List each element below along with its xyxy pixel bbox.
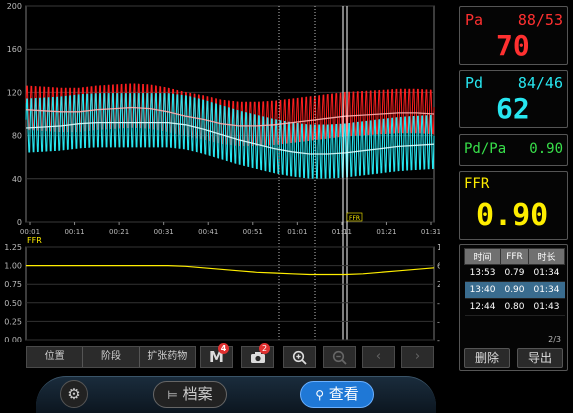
- chevron-left-icon: ‹: [375, 349, 382, 364]
- x-tick-label: 00:21: [109, 228, 129, 236]
- ffr-y2-tick-label: 6: [437, 262, 440, 271]
- y-tick-label: 40: [12, 175, 22, 184]
- ffr-y-tick-label: 0.75: [4, 280, 22, 289]
- x-tick-label: 00:11: [64, 228, 84, 236]
- scroll-left-button[interactable]: ‹: [362, 346, 395, 368]
- stage-button[interactable]: 阶段: [83, 347, 140, 367]
- cell-ffr: 0.80: [500, 298, 529, 316]
- pa-mean-value: 70: [496, 29, 530, 62]
- ffr-y2-tick-label: -6: [437, 317, 440, 326]
- header-duration: 时长: [527, 248, 566, 265]
- bottom-navigation-bar: [36, 376, 436, 413]
- pa-label: Pa: [465, 11, 484, 29]
- ffr-subchart-label: FFR: [27, 236, 42, 245]
- x-tick-label: 01:11: [332, 228, 352, 236]
- settings-button[interactable]: ⚙: [60, 380, 88, 408]
- pd-label: Pd: [465, 74, 484, 92]
- records-panel: 时间 FFR 时长 13:53 0.79 01:34 13:40 0.90 01…: [459, 244, 568, 371]
- ffr-trace: [26, 265, 435, 276]
- ffr-label: FFR: [464, 176, 490, 192]
- y-tick-label: 160: [7, 45, 22, 54]
- chevron-right-icon: ›: [414, 349, 421, 364]
- ffr-plot-frame: [25, 246, 435, 341]
- ffr-readout: FFR 0.90: [459, 171, 568, 240]
- ffr-y2-tick-label: -10: [437, 336, 440, 342]
- pa-systolic-diastolic: 88/53: [517, 11, 563, 29]
- position-button[interactable]: 位置: [27, 347, 84, 367]
- magnifier-icon: ⚲: [315, 388, 324, 402]
- header-time: 时间: [463, 248, 502, 265]
- archive-label: 档案: [182, 385, 213, 403]
- ffr-y-tick-label: 1.25: [4, 243, 22, 252]
- cell-ffr: 0.79: [500, 264, 529, 282]
- pd-pa-label: Pd/Pa: [464, 141, 507, 157]
- pd-readout: Pd 84/46 62: [459, 70, 568, 128]
- ffr-y2-tick-label: 10: [437, 243, 440, 252]
- pd-pa-value: 0.90: [529, 141, 563, 157]
- cell-ffr: 0.90: [500, 281, 529, 299]
- ffr-y-tick-label: 0.50: [4, 299, 22, 308]
- scroll-right-button[interactable]: ›: [401, 346, 434, 368]
- cell-duration: 01:43: [528, 298, 565, 316]
- y-tick-label: 120: [7, 88, 22, 97]
- ffr-y2-tick-label: -2: [437, 299, 440, 308]
- ffr-y-tick-label: 0.00: [4, 336, 22, 342]
- table-row[interactable]: 13:53 0.79 01:34: [464, 264, 565, 282]
- ffr-value: 0.90: [476, 198, 549, 233]
- y-tick-label: 80: [12, 132, 22, 141]
- y-tick-label: 0: [17, 218, 22, 227]
- page-indicator: 2/3: [548, 335, 561, 344]
- mark-button[interactable]: M 4: [200, 343, 233, 368]
- event-segment-bar: 位置 阶段 扩张药物: [26, 346, 196, 368]
- cell-time: 13:53: [464, 264, 501, 282]
- delete-button[interactable]: 删除: [464, 348, 510, 368]
- mark-count-badge: 4: [218, 343, 229, 354]
- pressure-chart-area: 0 40 80 120 160 200 00:01 00:11 00:21 00:31 00:41 0…: [0, 0, 440, 342]
- view-label: 查看: [328, 385, 359, 403]
- x-tick-label: 01:21: [376, 228, 396, 236]
- snapshot-count-badge: 2: [259, 343, 270, 354]
- cell-time: 13:40: [464, 281, 501, 299]
- zoom-in-button[interactable]: [283, 346, 316, 368]
- x-tick-label: 01:01: [287, 228, 307, 236]
- x-tick-label: 00:31: [154, 228, 174, 236]
- export-button[interactable]: 导出: [517, 348, 563, 368]
- view-button[interactable]: ⚲ 查看: [300, 381, 374, 408]
- archive-button[interactable]: ⊨ 档案: [153, 381, 227, 408]
- table-row[interactable]: 13:40 0.90 01:34: [464, 281, 565, 299]
- pd-mean-value: 62: [496, 92, 530, 125]
- ffr-marker-label: FFR: [349, 215, 360, 222]
- header-ffr: FFR: [500, 248, 529, 265]
- ffr-y2-tick-label: 2: [437, 280, 440, 289]
- x-tick-label: 00:41: [198, 228, 218, 236]
- dilator-drug-button[interactable]: 扩张药物: [140, 347, 195, 367]
- pd-pa-ratio-readout: Pd/Pa 0.90: [459, 134, 568, 166]
- ffr-y-tick-label: 0.25: [4, 317, 22, 326]
- pa-readout: Pa 88/53 70: [459, 6, 568, 65]
- ffr-y-tick-label: 1.00: [4, 262, 22, 271]
- table-row[interactable]: 12:44 0.80 01:43: [464, 298, 565, 316]
- y-tick-label: 200: [7, 2, 22, 11]
- zoom-out-icon: [332, 350, 347, 365]
- x-tick-label: 00:51: [243, 228, 263, 236]
- archive-icon: ⊨: [167, 388, 178, 402]
- records-table: 时间 FFR 时长 13:53 0.79 01:34 13:40 0.90 01…: [463, 248, 566, 316]
- cell-time: 12:44: [464, 298, 501, 316]
- cell-duration: 01:34: [528, 281, 565, 299]
- x-tick-label: 01:31: [421, 228, 440, 236]
- snapshot-button[interactable]: 2: [241, 343, 274, 368]
- zoom-out-button[interactable]: [323, 346, 356, 368]
- pressure-chart: 0 40 80 120 160 200 00:01 00:11 00:21 00:31 00:41 0…: [4, 2, 440, 342]
- cell-duration: 01:34: [528, 264, 565, 282]
- x-tick-label: 00:01: [20, 228, 40, 236]
- zoom-in-icon: [292, 350, 307, 365]
- pd-systolic-diastolic: 84/46: [517, 74, 563, 92]
- gear-icon: ⚙: [67, 385, 81, 403]
